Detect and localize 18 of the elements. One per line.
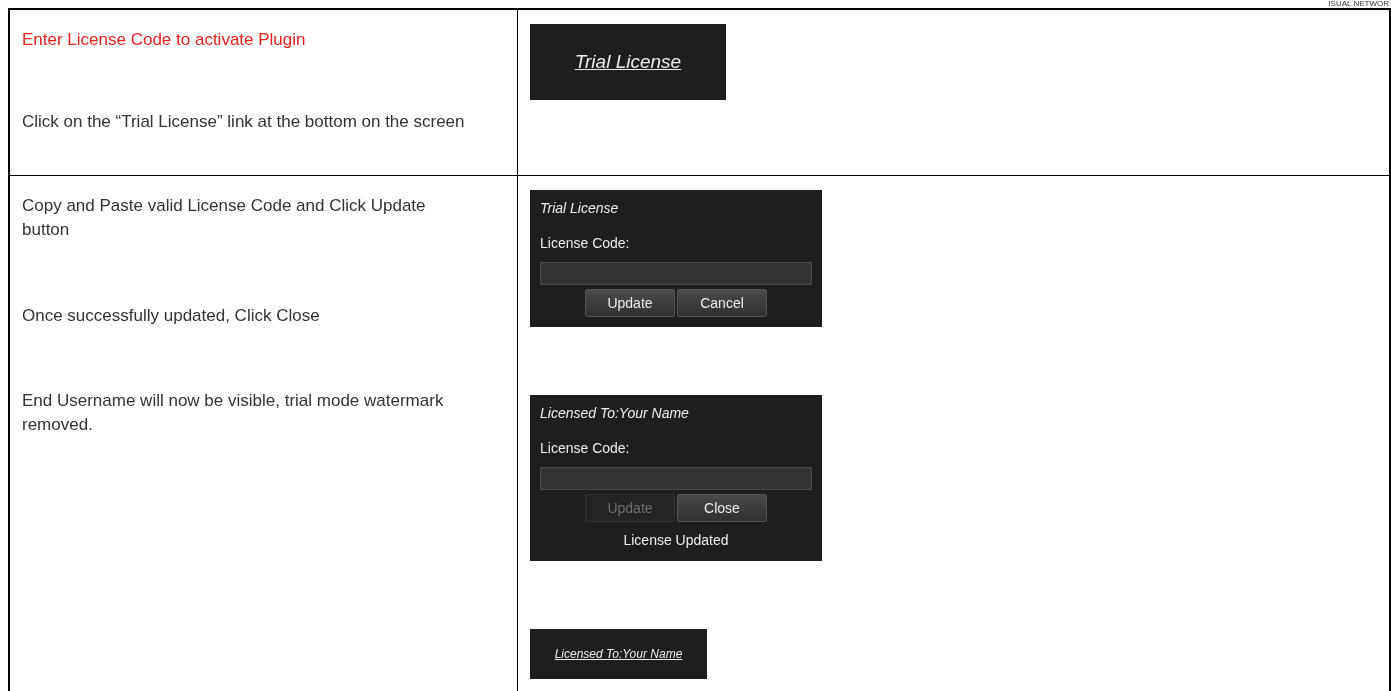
license-link[interactable]: Trial License [574,47,682,77]
dialog-button[interactable]: Update [585,289,675,317]
instruction-heading: Enter License Code to activate Plugin [22,29,307,51]
dialog-button[interactable]: Cancel [677,289,767,317]
field-label: License Code: [540,439,631,458]
instruction-text: End Username will now be visible, trial mode watermark removed. [22,390,445,437]
license-code-field[interactable] [540,262,812,285]
instruction-text: Click on the “Trial License” link at the bottom on the screen [22,110,466,133]
license-link[interactable]: Licensed To:Your Name [554,645,683,663]
dialog-title: Trial License [540,199,620,218]
instruction-text: Copy and Paste valid License Code and Click Update button [22,195,427,241]
dialog-button[interactable]: Close [677,494,767,522]
field-label: License Code: [540,234,631,253]
status-message: License Updated [622,531,730,550]
license-code-field[interactable] [540,467,812,490]
instruction-text: Once successfully updated, Click Close [22,304,321,327]
dialog-title: Licensed To:Your Name [540,404,690,423]
header-logo-text: ISUAL NETWOR [1328,0,1389,8]
